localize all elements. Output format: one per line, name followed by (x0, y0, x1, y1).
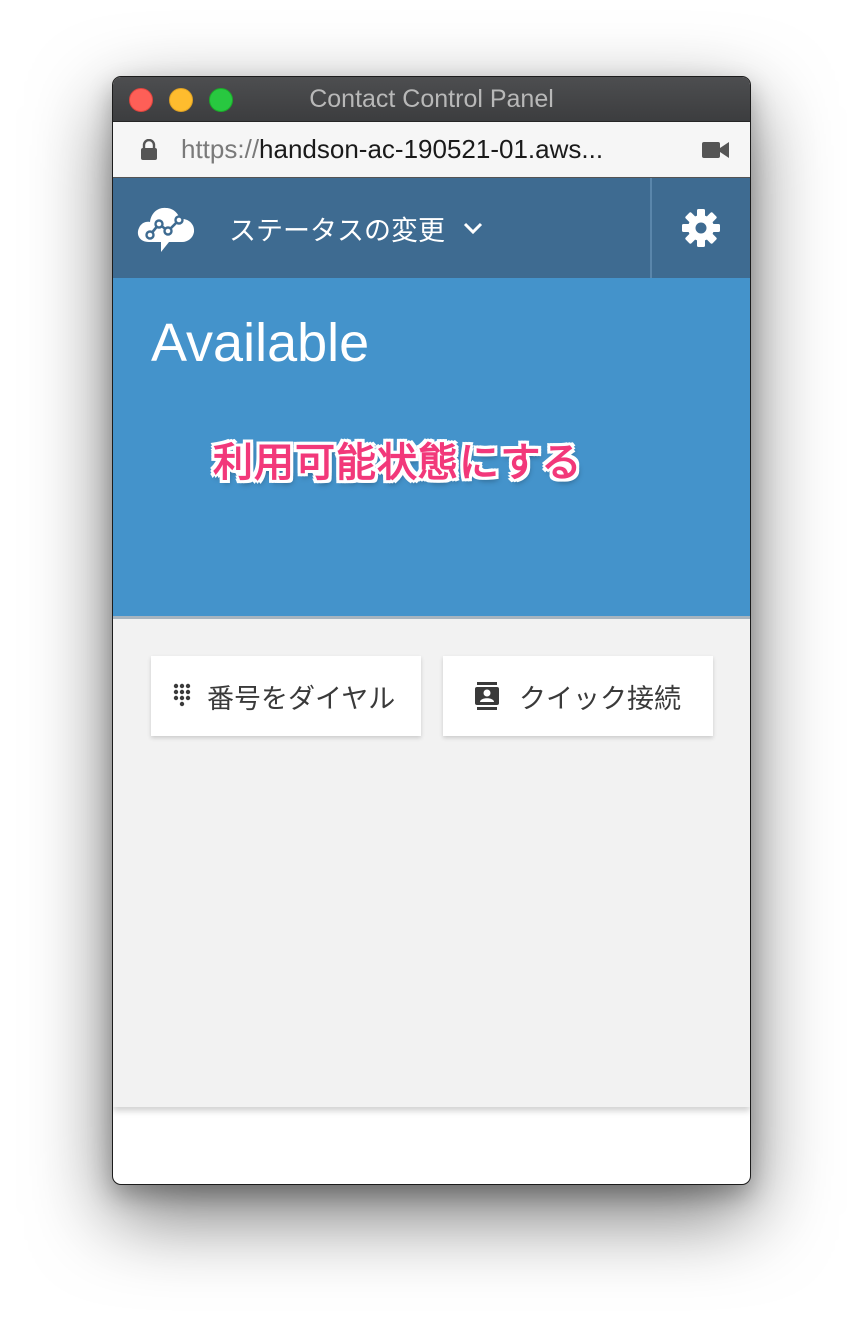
chevron-down-icon (463, 222, 483, 235)
dialpad-icon (173, 683, 191, 707)
camera-icon[interactable] (702, 140, 730, 160)
quick-connect-label: クイック接続 (519, 683, 681, 715)
lock-icon (141, 139, 157, 160)
current-status: Available (151, 313, 370, 373)
dial-number-button[interactable]: 番号をダイヤル (151, 656, 421, 736)
status-dropdown-label: ステータスの変更 (229, 215, 445, 247)
top-nav: ステータスの変更 (113, 178, 750, 278)
url-text[interactable]: https://handson-ac-190521-01.aws... (181, 122, 603, 177)
dial-number-label: 番号をダイヤル (207, 683, 396, 715)
title-bar[interactable]: Contact Control Panel (113, 77, 750, 122)
gear-icon (682, 209, 720, 247)
agent-status-panel: Available 利用可能状態にする (113, 278, 750, 619)
url-scheme: https:// (181, 134, 260, 164)
browser-window: Contact Control Panel https://handson-ac… (112, 76, 751, 1185)
url-host: handson-ac-190521-01.aws... (259, 134, 604, 164)
cloud-logo-icon (137, 207, 195, 252)
window-title: Contact Control Panel (309, 85, 554, 113)
status-change-dropdown[interactable]: ステータスの変更 (229, 178, 483, 278)
quick-connect-button[interactable]: クイック接続 (443, 656, 713, 736)
contact-book-icon (475, 682, 499, 710)
settings-button[interactable] (652, 178, 750, 278)
address-bar[interactable]: https://handson-ac-190521-01.aws... (113, 122, 750, 178)
annotation-callout: 利用可能状態にする (213, 440, 583, 486)
contact-control-panel: ステータスの変更 Available 利用可能状態にする 番号をダイヤル クイッ… (113, 178, 750, 1107)
